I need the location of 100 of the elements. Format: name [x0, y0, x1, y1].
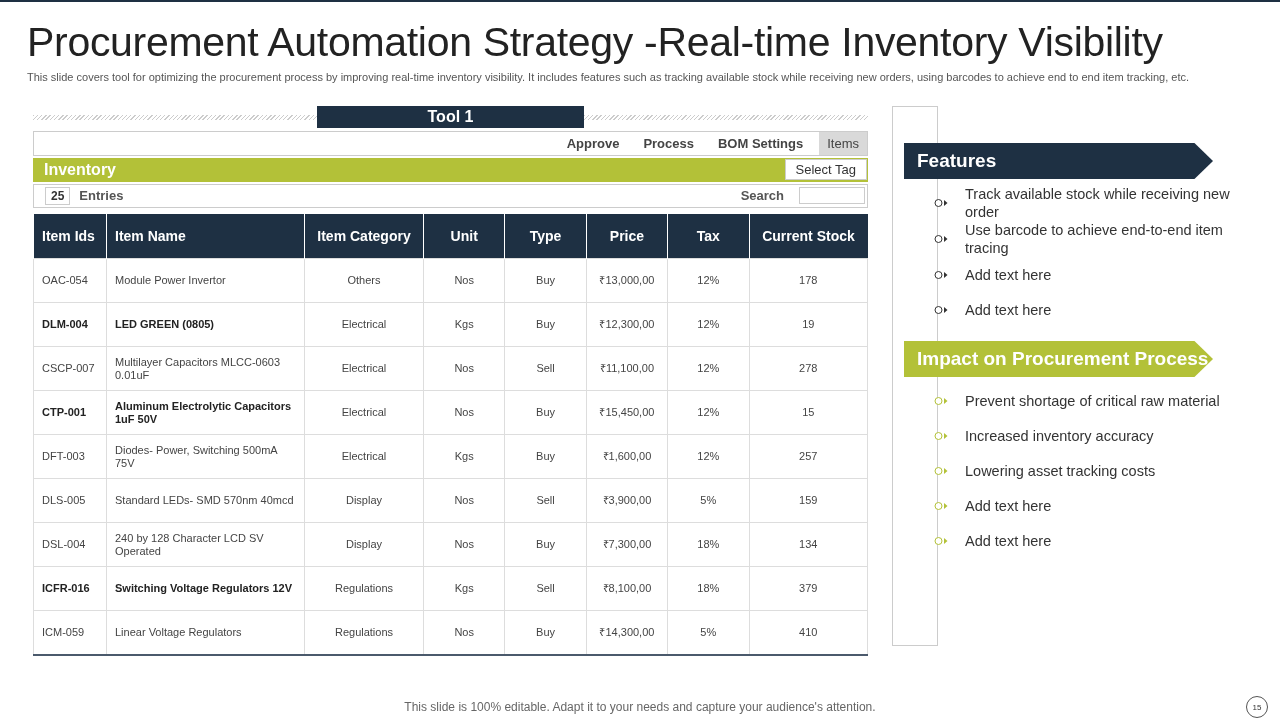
table-cell: 379: [749, 566, 868, 611]
table-cell: 134: [749, 522, 868, 567]
table-cell: Sell: [504, 346, 587, 391]
bullet-icon: [934, 535, 948, 546]
bullet-icon: [934, 500, 948, 511]
entries-label: Entries: [79, 188, 124, 204]
column-header: Tax: [667, 214, 749, 259]
table-cell: Nos: [423, 346, 505, 391]
footer-note: This slide is 100% editable. Adapt it to your needs and capture your audience's attention.: [404, 700, 876, 714]
tab[interactable]: BOM Settings: [709, 132, 812, 156]
bullet-icon: [934, 198, 948, 208]
select-tag-button[interactable]: Select Tag: [784, 159, 867, 181]
bullet-icon: [934, 269, 948, 280]
table-cell: Sell: [504, 566, 587, 611]
table-cell: ₹11,100,00: [586, 346, 668, 391]
table-cell: 12%: [667, 346, 749, 391]
table-cell: 15: [749, 390, 868, 435]
table-cell: OAC-054: [33, 258, 107, 303]
table-cell: Nos: [423, 258, 505, 303]
entries-field[interactable]: 25: [45, 186, 71, 205]
table-cell: Buy: [504, 258, 587, 303]
table-cell: DLM-004: [33, 302, 107, 347]
section-banner: Features: [904, 143, 1213, 179]
table-cell: ICFR-016: [33, 566, 107, 611]
table-cell: Nos: [423, 478, 505, 523]
column-header: Type: [504, 214, 587, 259]
table-cell: 12%: [667, 434, 749, 479]
column-header: Unit: [423, 214, 505, 259]
table-cell: Module Power Invertor: [106, 258, 305, 303]
table-cell: 5%: [667, 478, 749, 523]
bullet-text: Prevent shortage of critical raw material: [965, 391, 1221, 410]
table-cell: 18%: [667, 522, 749, 567]
table-cell: Display: [304, 478, 424, 523]
table-cell: Standard LEDs- SMD 570nm 40mcd: [106, 478, 305, 523]
bullet-text: Add text here: [965, 496, 1053, 515]
table-cell: Nos: [423, 390, 505, 435]
table-cell: DSL-004: [33, 522, 107, 567]
bullet-text: Lowering asset tracking costs: [965, 461, 1157, 480]
table-cell: ₹13,000,00: [586, 258, 668, 303]
table-cell: Buy: [504, 434, 587, 479]
table-cell: ₹8,100,00: [586, 566, 668, 611]
table-cell: Sell: [504, 478, 587, 523]
table-cell: 12%: [667, 390, 749, 435]
column-header: Price: [586, 214, 668, 259]
table-cell: 178: [749, 258, 868, 303]
search-field[interactable]: [799, 187, 865, 205]
table-cell: DFT-003: [33, 434, 107, 479]
column-header: Item Ids: [33, 214, 107, 259]
bullet-icon: [934, 234, 948, 244]
table-cell: ₹12,300,00: [586, 302, 668, 347]
bullet-text: Track available stock while receiving new order: [965, 185, 1231, 221]
table-cell: ₹1,600,00: [586, 434, 668, 479]
table-cell: LED GREEN (0805): [106, 302, 305, 347]
tab[interactable]: Items: [819, 132, 867, 156]
table-cell: Kgs: [423, 566, 505, 611]
bullet-icon: [934, 304, 948, 315]
table-cell: 240 by 128 Character LCD SV Operated: [106, 522, 305, 567]
table-cell: Multilayer Capacitors MLCC-0603 0.01uF: [106, 346, 305, 391]
bullet-text: Increased inventory accuracy: [965, 426, 1155, 445]
table-cell: ICM-059: [33, 610, 107, 655]
tab[interactable]: Process: [635, 132, 702, 156]
table-cell: Others: [304, 258, 424, 303]
search-label: Search: [740, 188, 784, 204]
column-header: Item Name: [106, 214, 305, 259]
table-cell: Display: [304, 522, 424, 567]
table-cell: ₹3,900,00: [586, 478, 668, 523]
table-cell: 18%: [667, 566, 749, 611]
column-header: Item Category: [304, 214, 424, 259]
table-cell: 12%: [667, 302, 749, 347]
slide-title: Procurement Automation Strategy -Real-time Inventory Visibility: [27, 18, 1164, 66]
inventory-title: Inventory: [44, 161, 116, 179]
slide-description: This slide covers tool for optimizing the procurement process by improving real-time inventory visibility. It includes features such as tracking available stock while receiving new orders, using barcodes to achieve end to end item tracking, etc.: [27, 70, 1191, 84]
table-cell: Buy: [504, 522, 587, 567]
table-cell: Electrical: [304, 346, 424, 391]
table-cell: Diodes- Power, Switching 500mA 75V: [106, 434, 305, 479]
table-cell: Kgs: [423, 302, 505, 347]
table-cell: 19: [749, 302, 868, 347]
table-cell: Aluminum Electrolytic Capacitors 1uF 50V: [106, 390, 305, 435]
table-cell: Electrical: [304, 434, 424, 479]
bullet-text: Add text here: [965, 531, 1053, 550]
section-banner: Impact on Procurement Process: [904, 341, 1213, 377]
table-cell: CTP-001: [33, 390, 107, 435]
table-cell: 257: [749, 434, 868, 479]
table-cell: Regulations: [304, 566, 424, 611]
table-cell: CSCP-007: [33, 346, 107, 391]
table-cell: 278: [749, 346, 868, 391]
table-cell: Buy: [504, 302, 587, 347]
bullet-icon: [934, 430, 948, 441]
table-cell: ₹15,450,00: [586, 390, 668, 435]
bullet-text: Add text here: [965, 300, 1053, 319]
table-cell: DLS-005: [33, 478, 107, 523]
tab[interactable]: Approve: [558, 132, 628, 156]
column-header: Current Stock: [749, 214, 868, 259]
table-cell: 159: [749, 478, 868, 523]
table-cell: Nos: [423, 522, 505, 567]
table-cell: Switching Voltage Regulators 12V: [106, 566, 305, 611]
table-cell: Electrical: [304, 302, 424, 347]
bullet-icon: [934, 465, 948, 476]
table-cell: Electrical: [304, 390, 424, 435]
table-cell: 12%: [667, 258, 749, 303]
